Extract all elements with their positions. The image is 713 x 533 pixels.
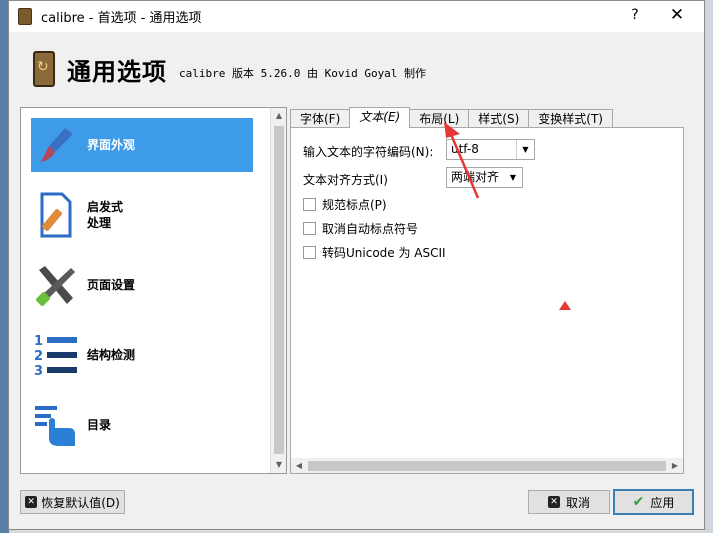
scroll-up-icon[interactable]: ▲ [271,108,286,124]
checkbox-box[interactable] [303,222,316,235]
alignment-row: 文本对齐方式(I) [303,171,388,188]
scrollbar-thumb[interactable] [308,461,666,471]
tab-font[interactable]: 字体(F) [290,109,351,128]
category-label: 页面设置 [87,278,136,292]
category-list-scrollbar[interactable]: ▲ ▼ [270,108,286,473]
numbered-list-icon: 1 2 3 [31,330,81,380]
cancel-icon: ✕ [547,496,560,508]
encoding-label: 输入文本的字符编码(N): [303,145,434,159]
document-tools-icon [31,190,81,240]
calibre-book-icon [33,51,55,87]
close-button[interactable]: ✕ [668,5,686,25]
category-item-toc[interactable]: 目录 [31,398,253,452]
tab-transform-styles[interactable]: 变换样式(T) [528,109,613,128]
scrollbar-thumb[interactable] [274,126,284,454]
restore-defaults-label: 恢复默认值(D) [41,495,120,510]
category-label: 界面外观 [87,138,136,152]
encoding-row: 输入文本的字符编码(N): [303,143,433,160]
category-item-structure-detection[interactable]: 1 2 3 结构检测 [31,328,253,382]
tab-text[interactable]: 文本(E) [349,107,411,128]
category-label: 启发式 处理 [87,200,124,230]
toc-pointer-icon [31,400,81,450]
svg-text:3: 3 [34,364,43,378]
apply-label: 应用 [650,495,675,510]
cancel-label: 取消 [565,495,590,510]
category-item-look-and-feel[interactable]: 界面外观 [31,118,253,172]
category-item-page-setup[interactable]: 页面设置 [31,258,253,312]
close-icon: ✕ [25,496,38,508]
svg-text:1: 1 [34,334,43,349]
title-bar: calibre - 首选项 - 通用选项 ? ✕ [9,1,704,32]
content-horizontal-scrollbar[interactable]: ◀ ▶ [290,458,684,474]
checkbox-disable-auto-punctuation[interactable]: 取消自动标点符号 [303,220,418,237]
background-window-edge-right [705,0,713,533]
wrench-screwdriver-icon [31,260,81,310]
alignment-label: 文本对齐方式(I) [303,173,388,187]
category-list: 界面外观 启发式 处理 页面设置 1 2 3 结构检测 目录 ▲ ▼ [20,107,287,474]
page-title: 通用选项 [67,57,167,86]
window-title: calibre - 首选项 - 通用选项 [41,11,202,26]
version-subtitle: calibre 版本 5.26.0 由 Kovid Goyal 制作 [179,67,427,80]
page-header: 通用选项 calibre 版本 5.26.0 由 Kovid Goyal 制作 [9,32,704,106]
cancel-button[interactable]: ✕ 取消 [528,490,610,514]
restore-defaults-button[interactable]: ✕ 恢复默认值(D) [20,490,125,514]
apply-button[interactable]: ✔ 应用 [613,489,694,515]
scroll-right-icon[interactable]: ▶ [667,458,683,474]
calibre-app-icon [18,8,32,25]
checkbox-box[interactable] [303,246,316,259]
scroll-down-icon[interactable]: ▼ [271,457,286,473]
chevron-down-icon[interactable]: ▼ [504,168,522,187]
chevron-down-icon[interactable]: ▼ [516,140,534,159]
checkbox-unicode-to-ascii[interactable]: 转码Unicode 为 ASCII [303,244,446,261]
checkbox-label: 转码Unicode 为 ASCII [322,246,446,260]
help-button[interactable]: ? [626,7,644,23]
scroll-left-icon[interactable]: ◀ [291,458,307,474]
checkbox-box[interactable] [303,198,316,211]
annotation-marker [559,301,571,310]
checkbox-normalize-punctuation[interactable]: 规范标点(P) [303,196,387,213]
annotation-arrow [444,122,480,199]
checkmark-icon: ✔ [632,494,645,510]
category-item-heuristics[interactable]: 启发式 处理 [31,188,253,242]
checkbox-label: 规范标点(P) [322,198,387,212]
checkbox-label: 取消自动标点符号 [322,222,419,236]
svg-text:2: 2 [34,349,43,364]
category-label: 目录 [87,418,112,432]
category-label: 结构检测 [87,348,136,362]
paintbrush-icon [31,120,81,170]
